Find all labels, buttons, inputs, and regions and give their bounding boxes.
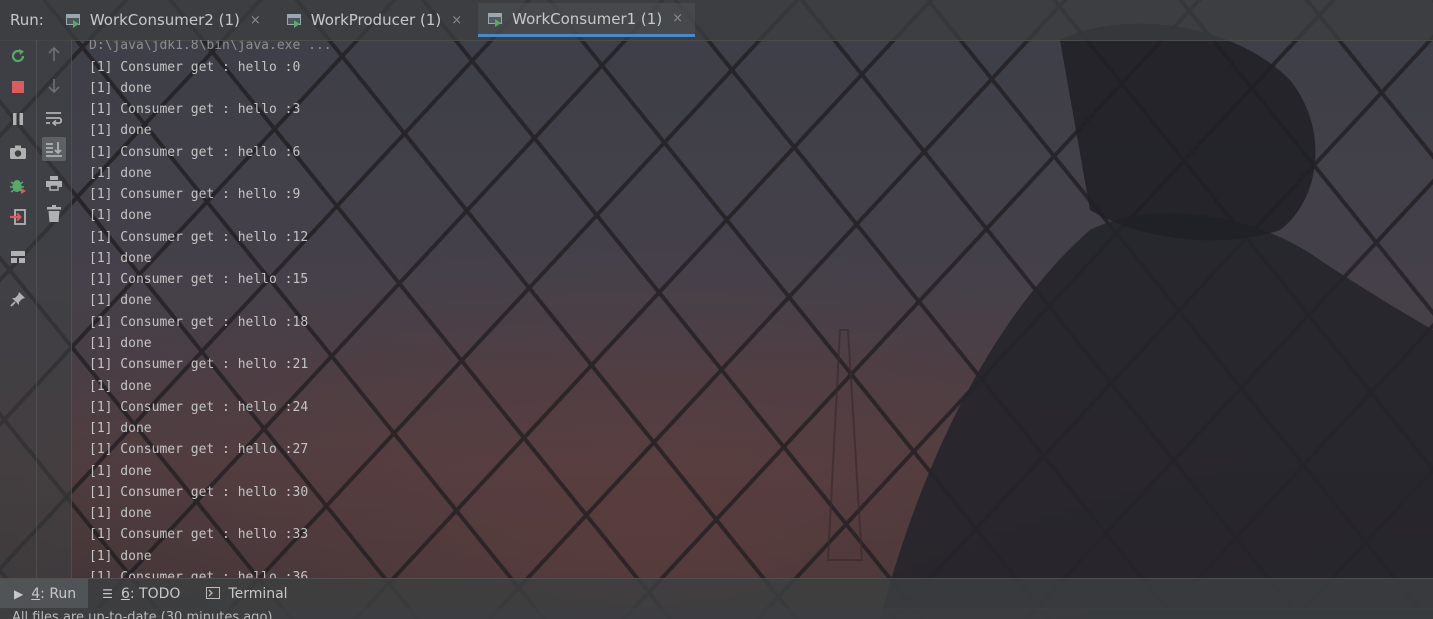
console-line: [1] done	[89, 251, 152, 266]
tool-tab-key: 6	[120, 586, 130, 602]
tab-workconsumer2[interactable]: WorkConsumer2 (1) ×	[56, 3, 273, 37]
console-line: [1] done	[89, 123, 152, 138]
status-text: All files are up-to-date (30 minutes ago…	[12, 610, 273, 619]
application-run-icon	[65, 13, 82, 28]
stop-icon[interactable]	[6, 75, 30, 99]
arrow-down-icon[interactable]	[42, 74, 66, 98]
pause-icon[interactable]	[6, 107, 30, 131]
run-toolbar-primary	[0, 40, 37, 578]
tab-label: WorkConsumer1 (1)	[512, 9, 663, 28]
console-line: [1] Consumer get : hello :36	[89, 570, 309, 578]
console-line: [1] done	[89, 166, 152, 181]
console-line: [1] Consumer get : hello :6	[89, 145, 301, 160]
console-line: [1] done	[89, 506, 152, 521]
tab-workproducer[interactable]: WorkProducer (1) ×	[277, 3, 474, 37]
tab-workconsumer1[interactable]: WorkConsumer1 (1) ×	[478, 3, 696, 37]
camera-icon[interactable]	[6, 140, 30, 164]
status-bar: All files are up-to-date (30 minutes ago…	[0, 608, 1433, 619]
console-line: [1] Consumer get : hello :21	[89, 357, 309, 372]
run-tab-bar: Run: WorkConsumer2 (1) × WorkProducer (1…	[0, 0, 1433, 41]
run-label: Run:	[10, 11, 44, 29]
scroll-to-end-icon[interactable]	[42, 137, 66, 161]
arrow-up-icon[interactable]	[42, 42, 66, 66]
print-icon[interactable]	[42, 171, 66, 195]
console-output[interactable]: D:\java\jdk1.8\bin\java.exe ... [1] Cons…	[72, 40, 1433, 578]
console-line: [1] Consumer get : hello :0	[89, 60, 301, 75]
tool-window-bar: ▶ 4: Run ☰ 6: TODO Terminal	[0, 578, 1433, 609]
tool-tab-label: Terminal	[228, 586, 288, 602]
console-line: [1] done	[89, 421, 152, 436]
application-run-icon	[488, 12, 504, 27]
run-icon: ▶	[14, 587, 24, 601]
console-line: [1] done	[89, 208, 152, 223]
tool-tab-todo[interactable]: ☰ 6: TODO	[88, 579, 192, 609]
console-line: [1] done	[89, 293, 152, 308]
console-line: [1] done	[89, 379, 152, 394]
layout-icon[interactable]	[6, 245, 30, 269]
debug-bug-icon[interactable]	[6, 173, 30, 197]
tool-tab-label: : TODO	[129, 586, 181, 602]
console-line: [1] Consumer get : hello :3	[89, 102, 301, 117]
console-command-line: D:\java\jdk1.8\bin\java.exe ...	[89, 40, 332, 53]
rerun-icon[interactable]	[6, 44, 30, 68]
run-toolbar-secondary	[37, 40, 72, 578]
close-icon[interactable]: ×	[250, 13, 261, 28]
tool-tab-key: 4	[31, 586, 41, 602]
soft-wrap-icon[interactable]	[42, 106, 66, 130]
close-icon[interactable]: ×	[451, 13, 462, 28]
console-line: [1] Consumer get : hello :15	[89, 272, 309, 287]
console-line: [1] done	[89, 336, 152, 351]
pin-icon[interactable]	[6, 287, 30, 311]
console-line: [1] Consumer get : hello :18	[89, 315, 309, 330]
console-line: [1] Consumer get : hello :30	[89, 485, 309, 500]
console-line: [1] Consumer get : hello :24	[89, 400, 309, 415]
trash-icon[interactable]	[42, 202, 66, 226]
console-line: [1] done	[89, 464, 152, 479]
exit-icon[interactable]	[6, 205, 30, 229]
tool-tab-label: : Run	[40, 586, 77, 602]
console-line: [1] Consumer get : hello :27	[89, 442, 309, 457]
console-line: [1] done	[89, 549, 152, 564]
tab-label: WorkProducer (1)	[310, 11, 442, 29]
console-line: [1] Consumer get : hello :33	[89, 527, 309, 542]
close-icon[interactable]: ×	[672, 11, 683, 26]
terminal-icon	[206, 586, 221, 602]
todo-list-icon: ☰	[102, 587, 113, 601]
tab-label: WorkConsumer2 (1)	[89, 11, 240, 29]
console-line: [1] Consumer get : hello :12	[89, 230, 309, 245]
tool-tab-terminal[interactable]: Terminal	[192, 579, 299, 609]
console-line: [1] Consumer get : hello :9	[89, 187, 301, 202]
tool-tab-run[interactable]: ▶ 4: Run	[0, 579, 89, 609]
console-line: [1] done	[89, 81, 152, 96]
application-run-icon	[286, 13, 303, 28]
